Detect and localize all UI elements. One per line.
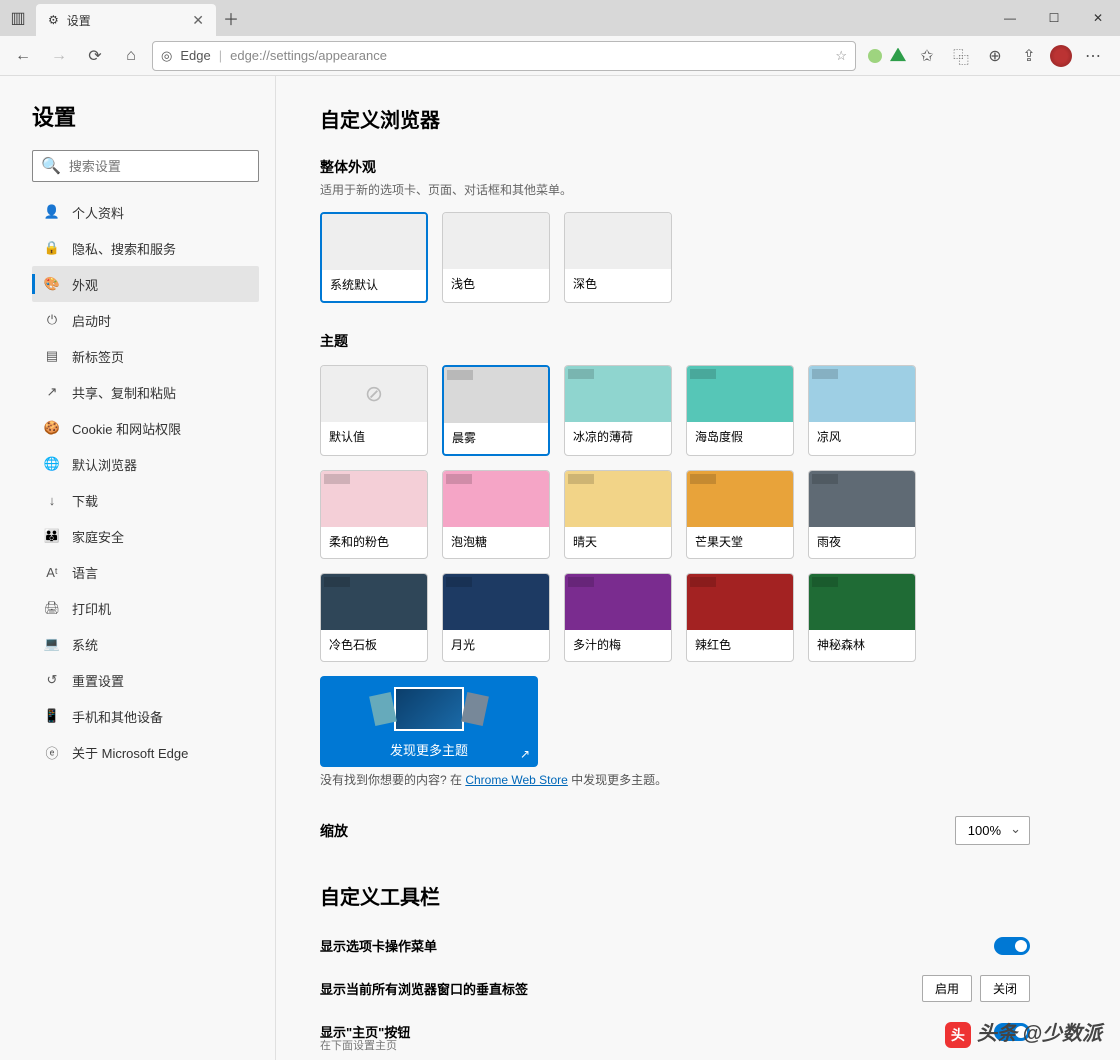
download-icon: ↓	[44, 493, 60, 508]
home-button[interactable]: ⌂	[116, 41, 146, 71]
page-heading: 自定义浏览器	[320, 104, 1030, 133]
shield-icon[interactable]	[890, 48, 906, 64]
watermark: 头头条 @少数派	[945, 1017, 1102, 1048]
edge-label: Edge	[180, 48, 210, 63]
chrome-web-store-link[interactable]: Chrome Web Store	[465, 773, 568, 787]
theme-card[interactable]: 多汁的梅	[564, 573, 672, 662]
appearance-light[interactable]: 浅色	[442, 212, 550, 303]
zoom-title: 缩放	[320, 821, 348, 841]
url-text: edge://settings/appearance	[230, 48, 387, 63]
share-icon: ↗	[44, 384, 60, 400]
nav-newtab[interactable]: ▤新标签页	[32, 338, 259, 374]
more-icon[interactable]: ⋯	[1080, 43, 1106, 69]
open-icon: ↗	[520, 747, 530, 761]
theme-card[interactable]: 海岛度假	[686, 365, 794, 456]
settings-title: 设置	[32, 100, 259, 132]
lock-icon: 🔒	[44, 240, 60, 256]
tab-icon: ▤	[44, 348, 60, 364]
favorites-icon[interactable]: ✩	[914, 43, 940, 69]
nav-reset[interactable]: ↺重置设置	[32, 662, 259, 698]
person-icon: 👤	[44, 204, 60, 220]
theme-card[interactable]: 凉风	[808, 365, 916, 456]
back-button[interactable]: ←	[8, 41, 38, 71]
theme-card[interactable]: ⊘默认值	[320, 365, 428, 456]
theme-help: 没有找到你想要的内容? 在 Chrome Web Store 中发现更多主题。	[320, 771, 1030, 788]
nav-printers[interactable]: 🖨打印机	[32, 590, 259, 626]
address-bar[interactable]: ◎ Edge | edge://settings/appearance ☆	[152, 41, 856, 71]
family-icon: 👪	[44, 528, 60, 544]
theme-card[interactable]: 晨雾	[442, 365, 550, 456]
favorite-icon[interactable]: ☆	[835, 48, 847, 64]
tab-actions-icon[interactable]: ▥	[0, 0, 36, 36]
minimize-button[interactable]: ―	[988, 0, 1032, 36]
browser-icon: 🌐	[44, 456, 60, 472]
theme-title: 主题	[320, 331, 1030, 351]
ext-dot-1[interactable]	[868, 49, 882, 63]
phone-icon: 📱	[44, 708, 60, 724]
search-icon: 🔍	[41, 156, 61, 176]
search-input[interactable]	[69, 159, 250, 174]
overall-sub: 适用于新的选项卡、页面、对话框和其他菜单。	[320, 181, 1030, 198]
tab-menu-label: 显示选项卡操作菜单	[320, 936, 437, 955]
home-sub: 在下面设置主页	[320, 1037, 1030, 1053]
tab-title: 设置	[67, 12, 91, 29]
collections-icon[interactable]: ⿻	[948, 43, 974, 69]
nav-privacy[interactable]: 🔒隐私、搜索和服务	[32, 230, 259, 266]
gear-icon: ⚙	[48, 13, 59, 27]
search-settings[interactable]: 🔍	[32, 150, 259, 182]
cookie-icon: 🍪	[44, 420, 60, 436]
new-tab-button[interactable]: ＋	[216, 0, 246, 36]
appearance-system-default[interactable]: 系统默认	[320, 212, 428, 303]
profile-avatar[interactable]	[1050, 45, 1072, 67]
overall-title: 整体外观	[320, 157, 1030, 177]
theme-card[interactable]: 柔和的粉色	[320, 470, 428, 559]
browser-tab[interactable]: ⚙ 设置 ✕	[36, 4, 216, 36]
nav-default-browser[interactable]: 🌐默认浏览器	[32, 446, 259, 482]
theme-card[interactable]: 泡泡糖	[442, 470, 550, 559]
close-tab-icon[interactable]: ✕	[192, 12, 204, 29]
close-window-button[interactable]: ✕	[1076, 0, 1120, 36]
appearance-dark[interactable]: 深色	[564, 212, 672, 303]
nav-devices[interactable]: 📱手机和其他设备	[32, 698, 259, 734]
nav-appearance[interactable]: 🎨外观	[32, 266, 259, 302]
nav-system[interactable]: 💻系统	[32, 626, 259, 662]
zoom-select[interactable]: 100%	[955, 816, 1030, 845]
theme-card[interactable]: 神秘森林	[808, 573, 916, 662]
nav-cookies[interactable]: 🍪Cookie 和网站权限	[32, 410, 259, 446]
language-icon: Aᵗ	[44, 565, 60, 580]
power-icon: ⏻	[44, 312, 60, 328]
printer-icon: 🖨	[44, 600, 60, 616]
theme-card[interactable]: 芒果天堂	[686, 470, 794, 559]
theme-card[interactable]: 冷色石板	[320, 573, 428, 662]
vertical-tabs-label: 显示当前所有浏览器窗口的垂直标签	[320, 979, 528, 998]
theme-card[interactable]: 月光	[442, 573, 550, 662]
close-button[interactable]: 关闭	[980, 975, 1030, 1002]
edge-icon: ⓔ	[44, 743, 60, 762]
nav-downloads[interactable]: ↓下载	[32, 482, 259, 518]
extensions-icon[interactable]: ⊕	[982, 43, 1008, 69]
enable-button[interactable]: 启用	[922, 975, 972, 1002]
nav-language[interactable]: Aᵗ语言	[32, 554, 259, 590]
reset-icon: ↺	[44, 672, 60, 688]
theme-card[interactable]: 冰凉的薄荷	[564, 365, 672, 456]
theme-card[interactable]: 晴天	[564, 470, 672, 559]
maximize-button[interactable]: ☐	[1032, 0, 1076, 36]
discover-more-themes[interactable]: 发现更多主题↗	[320, 676, 538, 767]
theme-card[interactable]: 雨夜	[808, 470, 916, 559]
nav-profile[interactable]: 👤个人资料	[32, 194, 259, 230]
forward-button[interactable]: →	[44, 41, 74, 71]
theme-card[interactable]: 辣红色	[686, 573, 794, 662]
toolbar-heading: 自定义工具栏	[320, 881, 1030, 910]
nav-startup[interactable]: ⏻启动时	[32, 302, 259, 338]
nav-share[interactable]: ↗共享、复制和粘贴	[32, 374, 259, 410]
site-identity-icon: ◎	[161, 48, 172, 64]
paint-icon: 🎨	[44, 276, 60, 292]
system-icon: 💻	[44, 636, 60, 652]
nav-family[interactable]: 👪家庭安全	[32, 518, 259, 554]
tab-menu-toggle[interactable]	[994, 937, 1030, 955]
refresh-button[interactable]: ⟳	[80, 41, 110, 71]
nav-about[interactable]: ⓔ关于 Microsoft Edge	[32, 734, 259, 770]
share-icon[interactable]: ⇪	[1016, 43, 1042, 69]
